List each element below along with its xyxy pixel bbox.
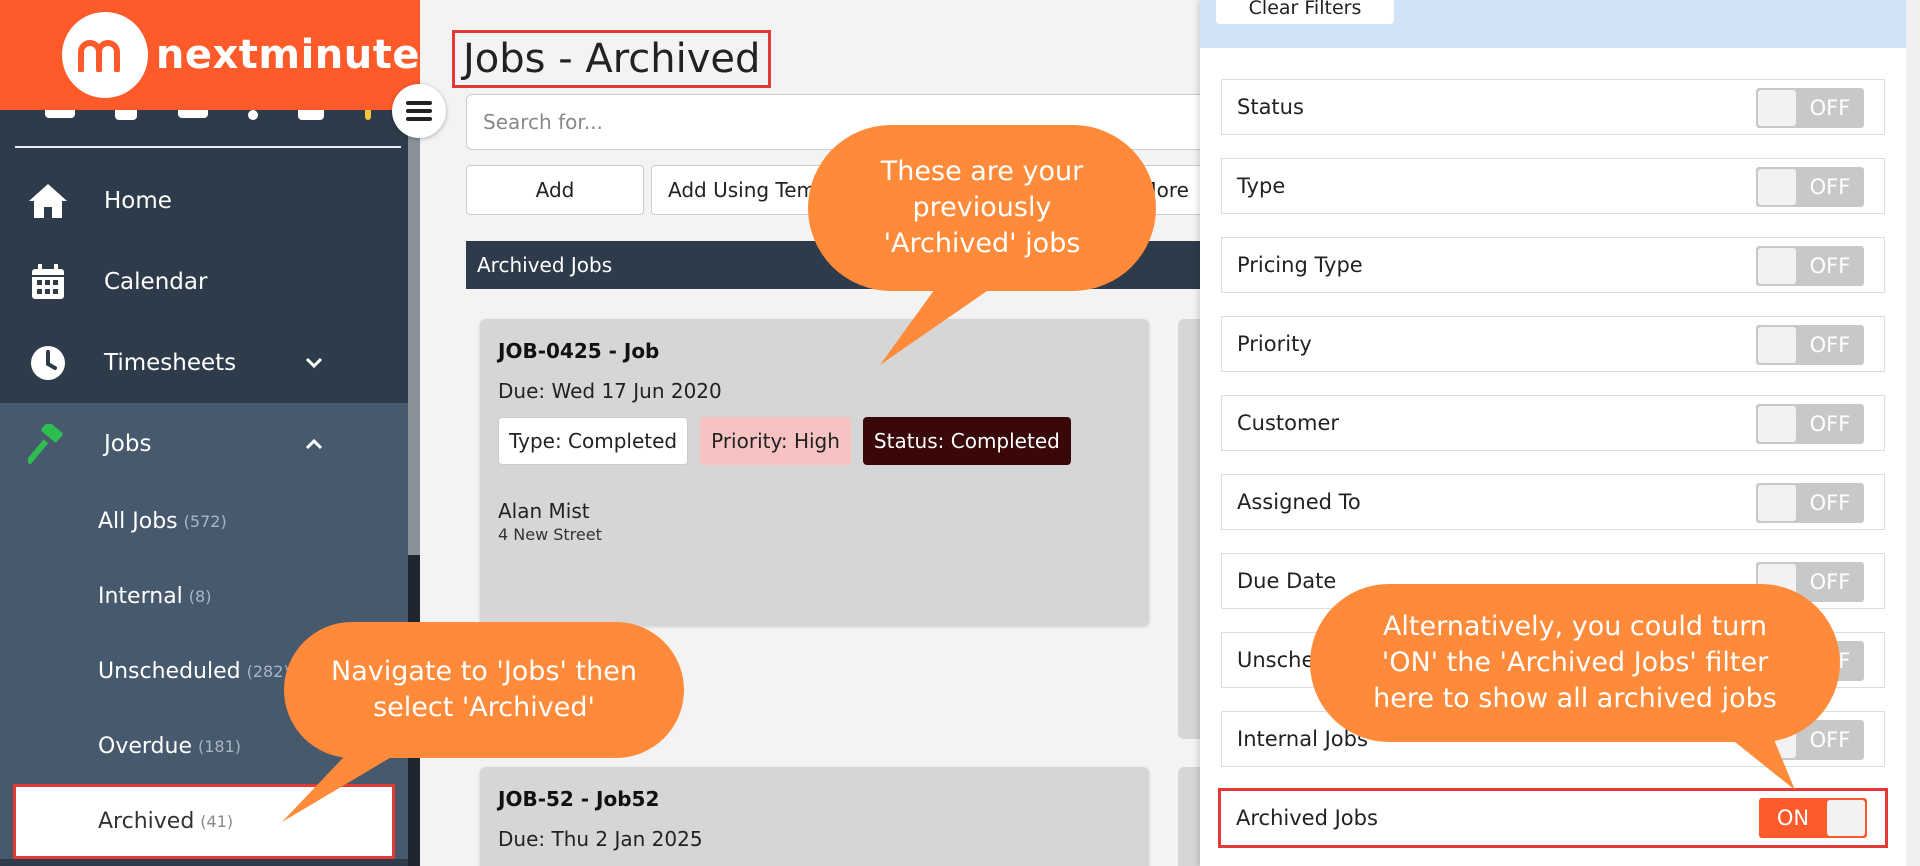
add-button[interactable]: Add (466, 165, 644, 215)
sidebar-item-label: Jobs (104, 430, 152, 457)
toggle-state: ON (1776, 806, 1810, 830)
quick-icon[interactable] (298, 110, 325, 120)
quick-icon[interactable] (115, 110, 138, 120)
filter-row-assigned-to: Assigned To OFF (1221, 474, 1885, 530)
sidebar-item-calendar[interactable]: Calendar (0, 241, 408, 322)
home-icon (24, 177, 72, 225)
subitem-label: Archived (98, 809, 195, 834)
calendar-icon (24, 258, 72, 306)
quick-icon[interactable] (45, 110, 76, 118)
filter-row-customer: Customer OFF (1221, 395, 1885, 451)
logo-bar[interactable]: nextminute (0, 0, 420, 110)
toggle-knob (1758, 90, 1796, 126)
job-card[interactable]: JOB-52 - Job52 Due: Thu 2 Jan 2025 (480, 767, 1149, 866)
priority-badge: Priority: High (700, 417, 851, 465)
sidebar-item-home[interactable]: Home (0, 160, 408, 241)
clock-icon (24, 339, 72, 387)
filter-label: Type (1237, 174, 1286, 198)
job-due-date: Due: Thu 2 Jan 2025 (498, 827, 703, 851)
toggle-state: OFF (1809, 333, 1851, 357)
toggle-state: OFF (1809, 175, 1851, 199)
filter-panel-header: Clear Filters (1200, 0, 1906, 48)
filter-row-type: Type OFF (1221, 158, 1885, 214)
subitem-label: Internal (98, 584, 183, 609)
filter-toggle[interactable]: OFF (1756, 167, 1864, 207)
panel-scrollbar[interactable] (1906, 0, 1920, 866)
filter-label: Pricing Type (1237, 253, 1363, 277)
toggle-knob (1758, 406, 1796, 442)
clear-filters-button[interactable]: Clear Filters (1216, 0, 1394, 24)
toggle-knob (1758, 248, 1796, 284)
toggle-knob (1758, 169, 1796, 205)
quick-icons-strip (15, 110, 401, 148)
filter-toggle[interactable]: OFF (1756, 325, 1864, 365)
callout-archived-jobs: These are your previously 'Archived' job… (808, 125, 1156, 291)
chevron-down-icon[interactable] (304, 350, 324, 376)
logo-mark-icon (62, 12, 148, 98)
subitem-label: Overdue (98, 734, 192, 759)
job-title[interactable]: JOB-52 - Job52 (498, 787, 1131, 811)
job-title[interactable]: JOB-0425 - Job (498, 339, 1131, 363)
job-due-date: Due: Wed 17 Jun 2020 (498, 379, 722, 403)
callout-alternative: Alternatively, you could turn 'ON' the '… (1310, 584, 1840, 742)
job-badges: Type: Completed Priority: High Status: C… (498, 417, 1131, 465)
type-badge: Type: Completed (498, 417, 689, 465)
filter-toggle[interactable]: OFF (1756, 88, 1864, 128)
status-badge: Status: Completed (862, 417, 1071, 465)
hammer-icon (24, 420, 72, 468)
subitem-label: All Jobs (98, 509, 178, 534)
filter-label: Due Date (1237, 569, 1337, 593)
filter-label: Customer (1237, 411, 1340, 435)
subitem-count: (572) (183, 512, 227, 531)
filter-row-status: Status OFF (1221, 79, 1885, 135)
subitem-count: (41) (200, 812, 234, 831)
quick-icon[interactable] (364, 110, 371, 120)
toggle-state: OFF (1809, 412, 1851, 436)
hamburger-icon (406, 101, 432, 121)
job-card[interactable]: JOB-0425 - Job Due: Wed 17 Jun 2020 Type… (480, 319, 1149, 626)
filter-toggle[interactable]: OFF (1756, 483, 1864, 523)
customer-address: 4 New Street (498, 525, 602, 544)
toggle-state: OFF (1809, 96, 1851, 120)
toggle-state: OFF (1809, 254, 1851, 278)
brand-name: nextminute (155, 32, 420, 78)
sidebar-item-label: Home (104, 187, 172, 214)
filter-label: Priority (1237, 332, 1312, 356)
sidebar-item-label: Timesheets (104, 349, 237, 376)
page-title: Jobs - Archived (452, 30, 772, 88)
filter-toggle[interactable]: ON (1759, 798, 1867, 838)
toggle-state: OFF (1809, 728, 1851, 752)
quick-icon[interactable] (248, 110, 259, 120)
subitem-count: (282) (246, 662, 290, 681)
sidebar-item-timesheets[interactable]: Timesheets (0, 322, 408, 403)
customer-name: Alan Mist (498, 499, 590, 523)
filter-row-pricing-type: Pricing Type OFF (1221, 237, 1885, 293)
filter-toggle[interactable]: OFF (1756, 404, 1864, 444)
filter-label: Assigned To (1237, 490, 1361, 514)
filter-label: Status (1237, 95, 1304, 119)
chevron-up-icon[interactable] (304, 431, 324, 457)
sidebar-subitem-all-jobs[interactable]: All Jobs (572) (0, 484, 408, 559)
toggle-state: OFF (1809, 491, 1851, 515)
sidebar-subitem-archived[interactable]: Archived (41) (13, 784, 395, 859)
subitem-count: (8) (188, 587, 212, 606)
filter-toggle[interactable]: OFF (1756, 246, 1864, 286)
subitem-count: (181) (197, 737, 242, 756)
toggle-knob (1758, 485, 1796, 521)
toggle-state: OFF (1809, 570, 1851, 594)
filter-row-priority: Priority OFF (1221, 316, 1885, 372)
toggle-knob (1827, 800, 1865, 836)
sidebar-item-jobs[interactable]: Jobs (0, 403, 408, 484)
menu-toggle-button[interactable] (392, 84, 446, 138)
callout-navigate: Navigate to 'Jobs' then select 'Archived… (284, 622, 684, 758)
subitem-label: Unscheduled (98, 659, 241, 684)
quick-icon[interactable] (177, 110, 208, 118)
filter-label: Archived Jobs (1236, 806, 1378, 830)
sidebar-item-label: Calendar (104, 268, 208, 295)
filter-row-archived-jobs: Archived Jobs ON (1218, 788, 1888, 848)
toggle-knob (1758, 327, 1796, 363)
scrollbar-thumb[interactable] (408, 110, 420, 555)
